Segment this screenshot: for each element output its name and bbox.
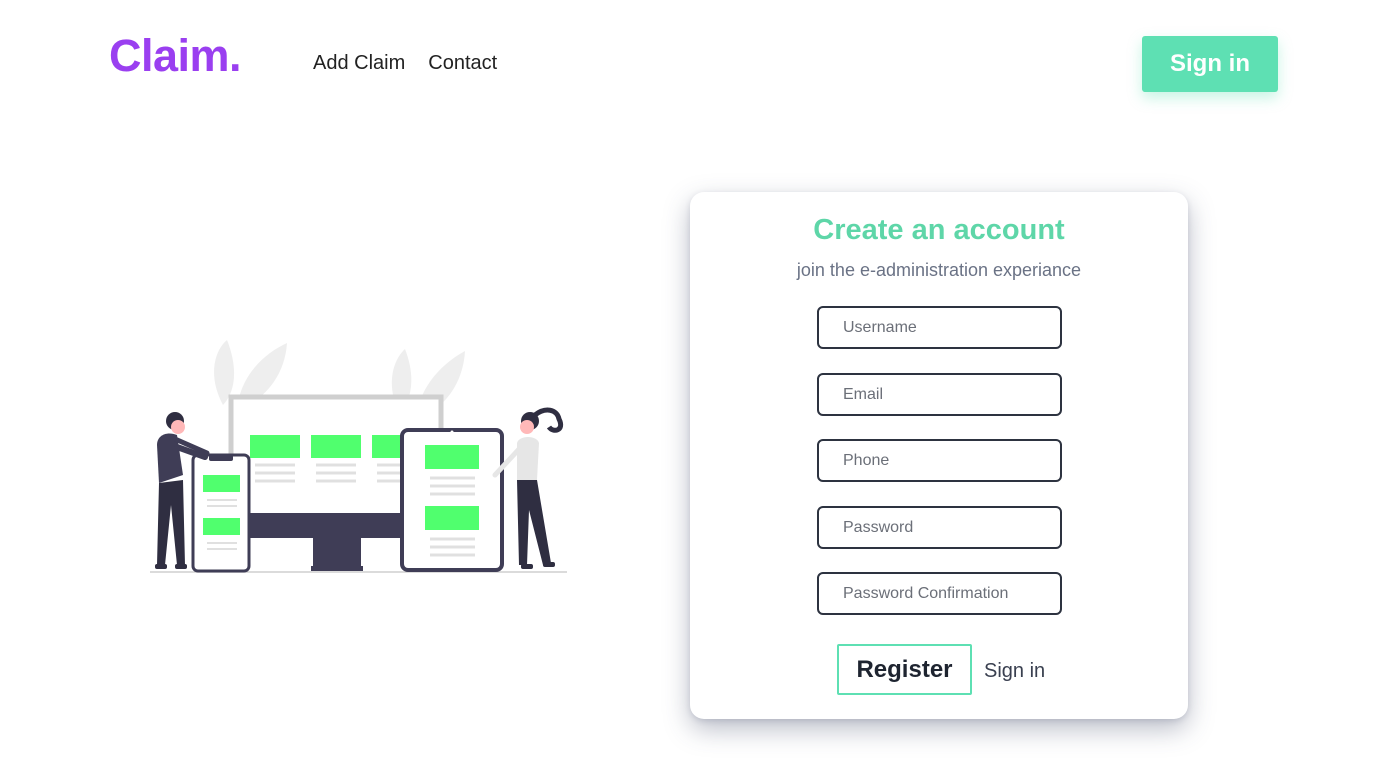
phone — [191, 453, 251, 573]
card-subtitle: join the e-administration experiance — [796, 260, 1082, 280]
person-right — [492, 407, 564, 569]
register-button[interactable]: Register — [837, 644, 972, 695]
nav-contact[interactable]: Contact — [428, 52, 497, 75]
email-input[interactable] — [817, 373, 1062, 416]
username-input[interactable] — [817, 306, 1062, 349]
tablet — [400, 428, 504, 572]
page: Claim. Add Claim Contact Sign in Create … — [0, 0, 1381, 783]
nav-add-claim[interactable]: Add Claim — [313, 52, 405, 75]
sign-in-link[interactable]: Sign in — [984, 660, 1045, 683]
password-confirmation-input[interactable] — [817, 572, 1062, 615]
password-input[interactable] — [817, 506, 1062, 549]
phone-input[interactable] — [817, 439, 1062, 482]
register-card: Create an account join the e-administrat… — [690, 192, 1188, 719]
logo[interactable]: Claim. — [109, 30, 242, 82]
main-nav: Add Claim Contact — [313, 52, 497, 75]
header-sign-in-button[interactable]: Sign in — [1142, 36, 1278, 92]
devices-people-illustration — [150, 340, 567, 573]
card-title: Create an account — [813, 214, 1065, 246]
